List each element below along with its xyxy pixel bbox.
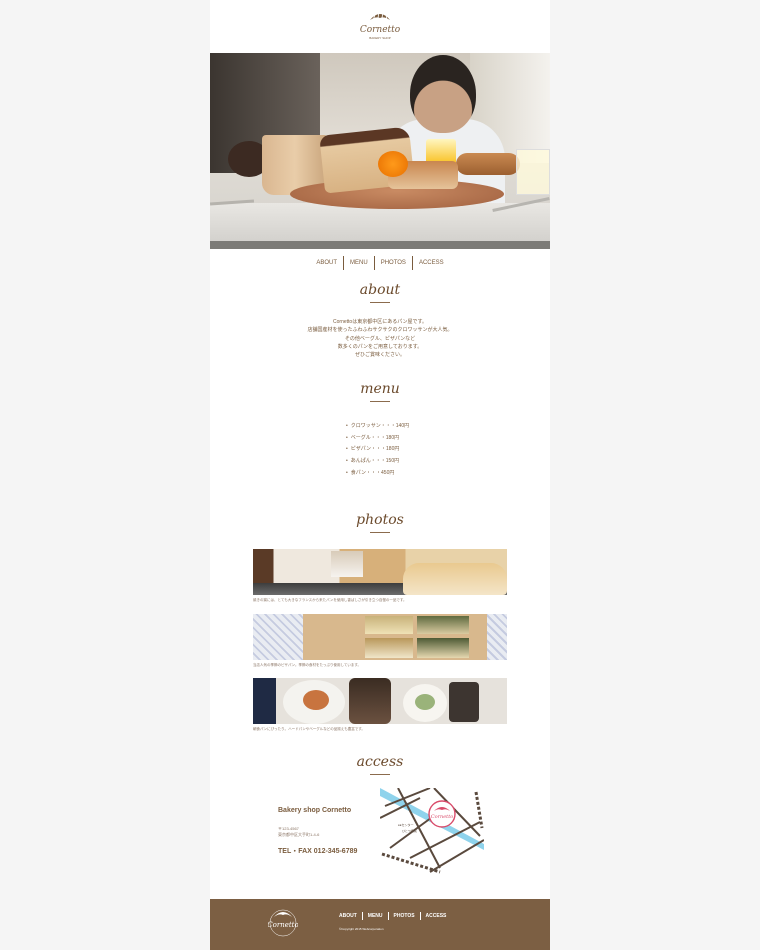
logo-sub: BAKERY SHOP xyxy=(369,36,390,40)
svg-text:Cornetto: Cornetto xyxy=(268,921,298,929)
menu-item: ピザパン・・・180円 xyxy=(346,444,466,456)
copyright: ©Copyright 2015 Webcorporation xyxy=(339,927,384,931)
nav-photos[interactable]: PHOTOS xyxy=(373,256,412,270)
nav-access[interactable]: ACCESS xyxy=(411,256,450,270)
menu-item: クロワッサン・・・140円 xyxy=(346,421,466,433)
about-divider xyxy=(370,302,390,303)
menu-title: menu xyxy=(360,381,400,397)
photo-caption: 焼きの窯には、とても大きなフランスから来たパンを使用し香ばしさが引き立つ自慢の一… xyxy=(253,598,407,602)
shop-name: Bakery shop Cornetto xyxy=(278,807,352,814)
photos-title: photos xyxy=(356,512,404,528)
croissant-icon: Cornetto xyxy=(267,909,299,937)
about-line: Cornettoは東京都中区にあるパン屋です。 xyxy=(333,319,427,325)
photo-pizza-bread xyxy=(253,614,507,660)
photos-divider xyxy=(370,532,390,533)
phone-number: TEL・FAX 012-345-6789 xyxy=(278,848,358,855)
nav-menu[interactable]: MENU xyxy=(343,256,374,270)
menu-item: 食パン・・・450円 xyxy=(346,468,466,480)
logo-text: Cornetto xyxy=(360,25,400,35)
menu-list: クロワッサン・・・140円 ベーグル・・・180円 ピザパン・・・180円 あん… xyxy=(346,421,466,480)
menu-divider xyxy=(370,401,390,402)
map-label: ひとつ病院 xyxy=(402,828,417,833)
photo-caption: 朝食パンにぴったり。ハードパンやベーグルなどの品揃えも豊富です。 xyxy=(253,727,365,731)
access-map[interactable]: Cornetto ●●センター ひとつ病院 xyxy=(379,787,485,874)
nav-about[interactable]: ABOUT xyxy=(310,256,343,270)
about-line: その他ベーグル、ピザパンなど xyxy=(344,335,416,342)
shop-address: 〒123-4567 東京都中区大手町1-4-6 xyxy=(278,826,319,838)
footer-nav-photos[interactable]: PHOTOS xyxy=(387,912,420,920)
street-address: 東京都中区大手町1-4-6 xyxy=(278,832,320,837)
map-logo: Cornetto xyxy=(431,814,453,820)
map-label: ●●センター xyxy=(398,822,414,827)
access-title: access xyxy=(356,754,404,770)
footer-nav-about[interactable]: ABOUT xyxy=(339,912,362,920)
logo[interactable]: Cornetto BAKERY SHOP xyxy=(360,6,401,46)
about-title: about xyxy=(359,282,401,298)
photo-caption: 当店人気の季節のピザパン。季節の食材をたっぷり使用しています。 xyxy=(253,663,362,667)
footer-nav-menu[interactable]: MENU xyxy=(361,912,388,920)
hero-image xyxy=(210,53,550,249)
footer-nav: ABOUT MENU PHOTOS ACCESS xyxy=(339,912,451,920)
photo-bread xyxy=(253,549,507,595)
menu-item: あんぱん・・・150円 xyxy=(346,456,466,468)
page: Cornetto BAKERY SHOP ABOUT MENU PHOTOS A… xyxy=(210,0,550,950)
croissant-icon: Cornetto BAKERY SHOP xyxy=(360,11,401,40)
footer-nav-access[interactable]: ACCESS xyxy=(419,912,452,920)
menu-item: ベーグル・・・180円 xyxy=(346,433,466,445)
about-line: 店舗国産材を使ったふわふわサクサクのクロワッサンが大人気。 xyxy=(307,327,453,334)
about-text: Cornettoは東京都中区にあるパン屋です。 店舗国産材を使ったふわふわサクサ… xyxy=(210,318,550,359)
footer-logo[interactable]: Cornetto xyxy=(267,905,299,939)
about-line: ぜひご賞味ください。 xyxy=(354,352,405,359)
access-divider xyxy=(370,774,390,775)
footer: Cornetto xyxy=(210,899,550,950)
main-nav: ABOUT MENU PHOTOS ACCESS xyxy=(210,256,550,270)
photo-breakfast xyxy=(253,678,507,724)
about-line: 数多くのパンをご用意しております。 xyxy=(337,343,423,350)
